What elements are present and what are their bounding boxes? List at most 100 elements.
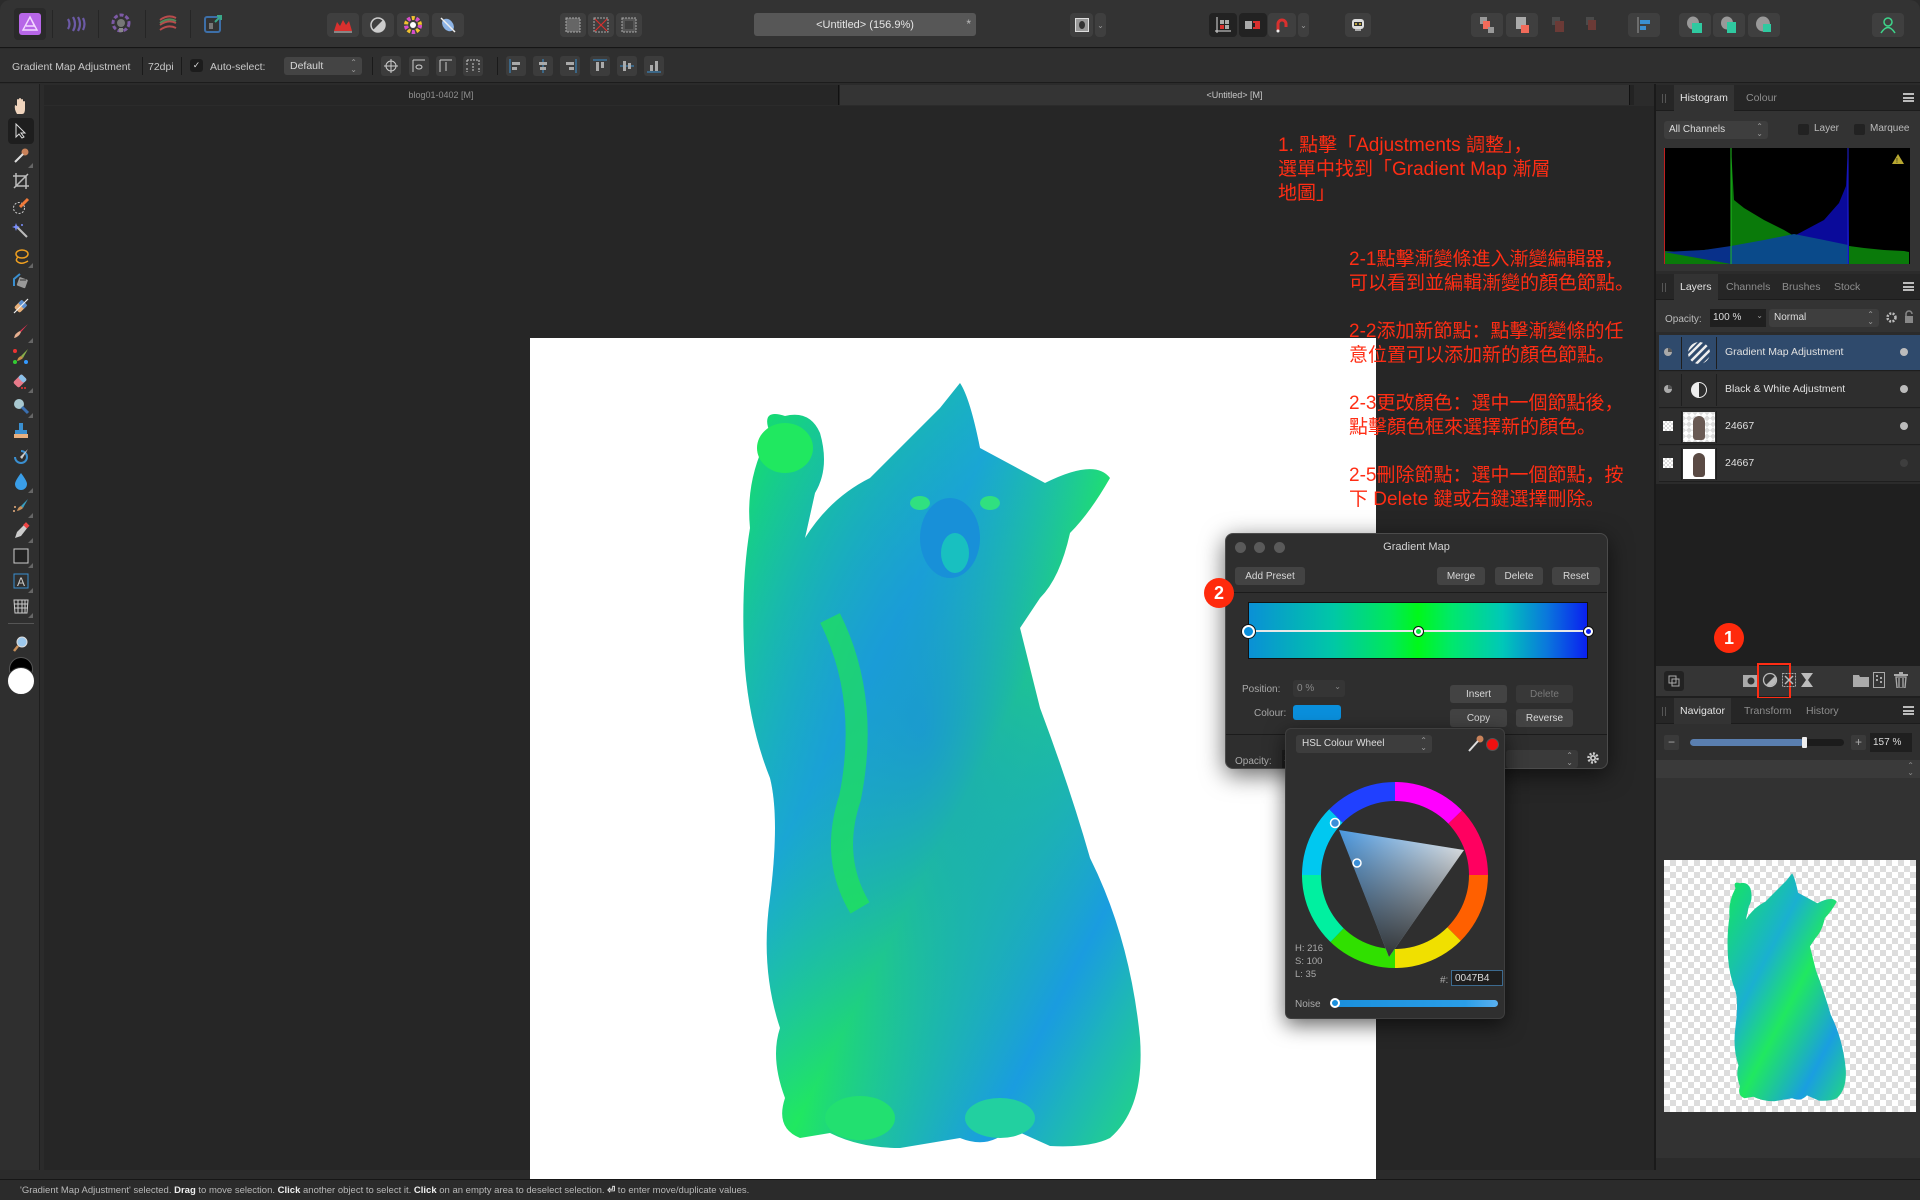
fill-tool[interactable] <box>8 268 34 294</box>
zoom-tool[interactable] <box>8 631 34 657</box>
hsl-colour-wheel[interactable] <box>1302 782 1488 968</box>
quick-mask-button[interactable] <box>1070 13 1093 37</box>
navigator-view-dropdown[interactable]: ⌃ ⌄ <box>1656 760 1920 778</box>
blend-mode-dropdown[interactable]: Normal ⌃ ⌄ <box>1769 309 1879 327</box>
delete-stop-button[interactable]: Delete <box>1516 685 1573 703</box>
panel-menu-icon[interactable] <box>1903 706 1914 715</box>
align-left-button[interactable] <box>506 56 526 76</box>
auto-select-dropdown[interactable]: Default ⌃ ⌄ <box>284 57 362 75</box>
pen-tool[interactable] <box>8 518 34 544</box>
gradient-stop[interactable] <box>1241 624 1255 638</box>
export-persona-button[interactable] <box>197 8 229 40</box>
force-pixel-alignment-button[interactable] <box>1239 13 1267 37</box>
noise-slider-handle[interactable] <box>1330 998 1340 1008</box>
color-replacement-tool[interactable] <box>8 343 34 369</box>
blur-brush-tool[interactable] <box>8 468 34 494</box>
freehand-selection-tool[interactable] <box>8 243 34 269</box>
sl-handle[interactable] <box>1352 858 1362 868</box>
tab-transform[interactable]: Transform <box>1738 698 1797 724</box>
tab-untitled[interactable]: <Untitled> [M] <box>840 85 1630 105</box>
settings-button[interactable] <box>1586 751 1600 770</box>
hue-handle[interactable] <box>1329 817 1341 829</box>
align-right-button[interactable] <box>560 56 580 76</box>
quick-mask-dropdown[interactable]: ⌄ <box>1095 13 1106 37</box>
adjustment-visibility-icon[interactable] <box>1663 347 1673 357</box>
lock-button[interactable] <box>1904 310 1914 329</box>
layer-row[interactable]: 24667 <box>1659 409 1920 445</box>
deselect-button[interactable] <box>588 13 614 37</box>
delete-preset-button[interactable]: Delete <box>1495 567 1543 585</box>
zoom-slider[interactable] <box>1690 737 1844 748</box>
navigator-preview[interactable] <box>1664 860 1916 1112</box>
paint-brush-tool[interactable] <box>8 318 34 344</box>
rectangle-tool[interactable] <box>8 543 34 569</box>
colour-swatch[interactable] <box>1293 705 1341 720</box>
snap-to-selection-button[interactable] <box>436 56 456 76</box>
layer-checkbox[interactable] <box>1798 124 1809 135</box>
boolean-subtract-button[interactable] <box>1713 13 1745 37</box>
reset-button[interactable]: Reset <box>1552 567 1600 585</box>
select-all-button[interactable] <box>560 13 586 37</box>
hex-input[interactable]: 0047B4 <box>1451 970 1503 986</box>
dodge-tool[interactable] <box>8 393 34 419</box>
add-preset-button[interactable]: Add Preset <box>1235 567 1305 585</box>
add-group-button[interactable] <box>1853 673 1869 692</box>
tab-stock[interactable]: Stock <box>1828 274 1866 300</box>
align-center-button[interactable] <box>533 56 553 76</box>
add-pixel-layer-button[interactable] <box>1873 672 1885 693</box>
view-tool[interactable] <box>8 93 34 119</box>
layer-row[interactable]: Gradient Map Adjustment <box>1659 335 1920 371</box>
colour-mode-dropdown[interactable]: HSL Colour Wheel ⌃ ⌄ <box>1296 735 1432 753</box>
account-button[interactable] <box>1872 13 1904 37</box>
eyedropper-button[interactable] <box>1466 734 1486 759</box>
color-picker-tool[interactable] <box>8 143 34 169</box>
primary-color-swatch[interactable] <box>7 667 35 695</box>
tab-history[interactable]: History <box>1800 698 1845 724</box>
distribute-button[interactable] <box>463 56 483 76</box>
add-mask-button[interactable] <box>1743 674 1757 692</box>
adjustment-visibility-icon[interactable] <box>1663 384 1673 394</box>
panel-menu-icon[interactable] <box>1903 282 1914 291</box>
selection-brush-tool[interactable] <box>8 193 34 219</box>
erase-tool[interactable] <box>8 368 34 394</box>
auto-select-checkbox[interactable]: ✓ <box>190 59 203 72</box>
flood-select-tool[interactable] <box>8 218 34 244</box>
tone-mapping-persona-button[interactable] <box>152 8 184 40</box>
panel-menu-icon[interactable] <box>1903 93 1914 102</box>
clone-tool[interactable] <box>8 418 34 444</box>
align-button[interactable] <box>1628 13 1660 37</box>
hsl-button[interactable] <box>397 13 429 37</box>
text-tool[interactable]: A <box>8 568 34 594</box>
white-balance-button[interactable] <box>432 13 464 37</box>
smudge-brush-tool[interactable] <box>8 493 34 519</box>
layer-visibility-toggle[interactable] <box>1900 348 1908 356</box>
layer-settings-button[interactable] <box>1885 311 1898 329</box>
align-middle-button[interactable] <box>617 56 637 76</box>
gradient-stop[interactable] <box>1413 626 1423 636</box>
tab-brushes[interactable]: Brushes <box>1776 274 1827 300</box>
snapping-button[interactable] <box>1268 13 1296 37</box>
transform-origin-button[interactable] <box>381 56 401 76</box>
move-to-front-button[interactable] <box>1576 13 1608 37</box>
align-top-button[interactable] <box>590 56 610 76</box>
move-to-back-button[interactable] <box>1471 13 1503 37</box>
zoom-slider-handle[interactable] <box>1801 737 1807 748</box>
noise-slider[interactable] <box>1332 1000 1498 1007</box>
color-swatches[interactable] <box>7 657 35 701</box>
merge-button[interactable]: Merge <box>1437 567 1485 585</box>
zoom-in-button[interactable]: + <box>1851 735 1866 750</box>
develop-persona-button[interactable] <box>105 8 137 40</box>
layer-fx-button[interactable] <box>1801 673 1813 692</box>
position-field[interactable]: 0 % ⌄ <box>1293 680 1345 697</box>
zoom-out-button[interactable]: − <box>1664 735 1679 750</box>
layer-visibility-toggle[interactable] <box>1900 459 1908 467</box>
invert-selection-button[interactable] <box>616 13 642 37</box>
insert-stop-button[interactable]: Insert <box>1450 685 1507 703</box>
boolean-add-button[interactable] <box>1679 13 1711 37</box>
boolean-intersect-button[interactable] <box>1748 13 1780 37</box>
channel-dropdown[interactable]: All Channels ⌃ ⌄ <box>1664 121 1768 139</box>
layer-row[interactable]: 24667 <box>1659 446 1920 482</box>
tab-histogram[interactable]: Histogram <box>1674 85 1734 111</box>
tab-blog01[interactable]: blog01-0402 [M] <box>44 85 839 105</box>
zoom-field[interactable]: 157 % <box>1870 733 1912 752</box>
